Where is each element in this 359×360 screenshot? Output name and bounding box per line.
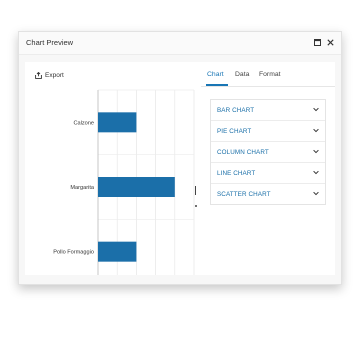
accordion-label: SCATTER CHART (217, 191, 271, 198)
category-label: Calzone (73, 120, 94, 126)
chart-type-accordion: BAR CHART PIE CHART COLUMN CHART LINE CH… (210, 99, 326, 205)
chevron-down-icon (313, 128, 319, 133)
accordion-label: LINE CHART (217, 170, 256, 177)
splitter-grip[interactable] (195, 205, 197, 207)
accordion-item-line-chart[interactable]: LINE CHART (211, 163, 325, 184)
bar (98, 241, 137, 262)
tab-chart[interactable]: Chart (207, 71, 224, 78)
active-tab-indicator (206, 84, 228, 86)
dialog-content: Export 00.511.522.5CalzoneMargaritaPollo… (19, 55, 341, 284)
title-bar: Chart Preview (19, 32, 341, 55)
chart-settings-pane: Chart Data Format BAR CHART PIE CHART CO… (201, 62, 335, 275)
chevron-down-icon (313, 170, 319, 175)
bar-chart: 00.511.522.5CalzoneMargaritaPollo Formag… (53, 89, 195, 275)
maximize-icon (313, 38, 321, 46)
splitter-handle[interactable] (195, 186, 196, 195)
chevron-down-icon (313, 149, 319, 154)
close-button[interactable] (324, 36, 336, 48)
category-label: Margarita (70, 185, 95, 191)
accordion-item-pie-chart[interactable]: PIE CHART (211, 121, 325, 142)
accordion-label: COLUMN CHART (217, 149, 269, 156)
bar (98, 112, 137, 133)
tab-format[interactable]: Format (259, 71, 281, 78)
close-icon (326, 38, 334, 46)
chevron-down-icon (313, 107, 319, 112)
tab-data[interactable]: Data (235, 71, 249, 78)
chart-pane: Export 00.511.522.5CalzoneMargaritaPollo… (25, 62, 211, 275)
accordion-item-bar-chart[interactable]: BAR CHART (211, 100, 325, 121)
chart-preview-dialog: Chart Preview Export 00.511.522.5Ca (18, 31, 342, 285)
accordion-item-column-chart[interactable]: COLUMN CHART (211, 142, 325, 163)
bar (98, 177, 175, 197)
category-label: Pollo Formaggio (53, 250, 94, 256)
chevron-down-icon (313, 191, 319, 196)
settings-tabs: Chart Data Format (201, 62, 335, 87)
accordion-label: PIE CHART (217, 128, 252, 135)
accordion-item-scatter-chart[interactable]: SCATTER CHART (211, 184, 325, 204)
maximize-button[interactable] (311, 36, 323, 48)
accordion-label: BAR CHART (217, 107, 255, 114)
dialog-title: Chart Preview (26, 38, 74, 47)
